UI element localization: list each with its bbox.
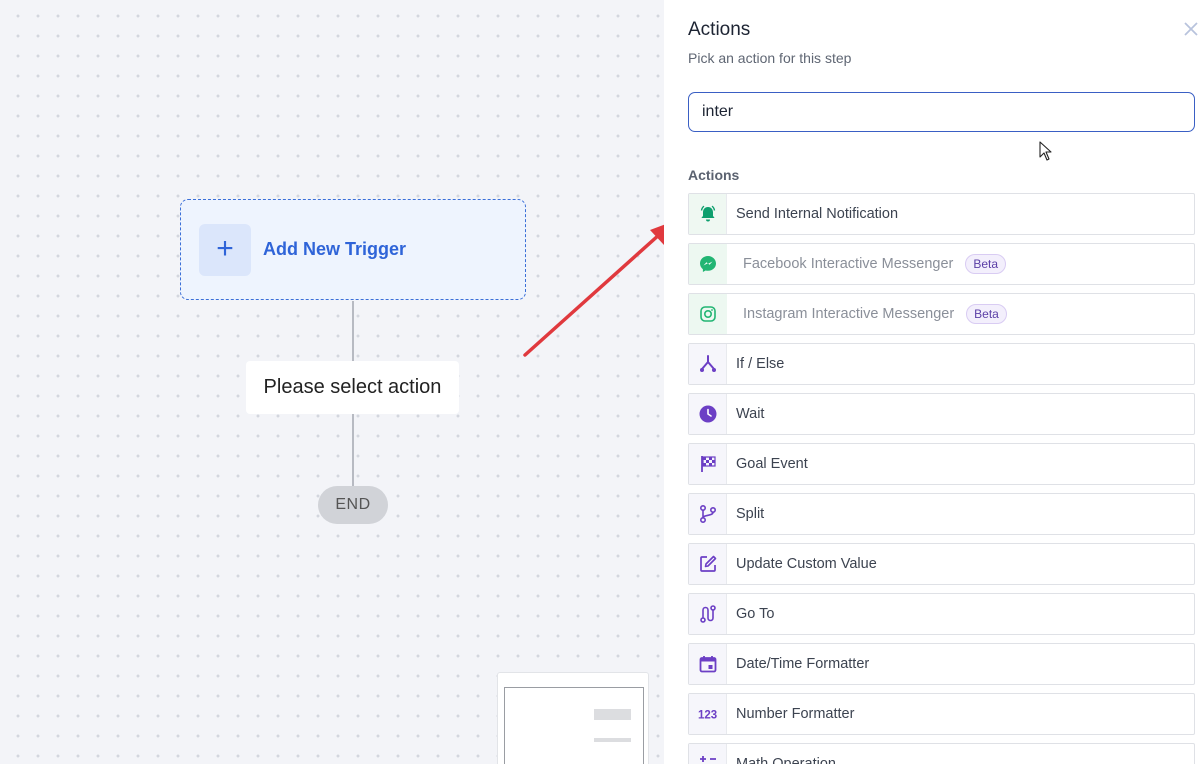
action-wait[interactable]: Wait <box>688 393 1195 435</box>
action-go-to[interactable]: Go To <box>688 593 1195 635</box>
action-instagram-interactive-messenger[interactable]: Instagram Interactive Messenger Beta <box>688 293 1195 335</box>
git-fork-icon <box>699 504 716 524</box>
action-label: Send Internal Notification <box>736 206 899 222</box>
action-label: Goal Event <box>736 456 808 472</box>
panel-title: Actions <box>688 19 751 40</box>
action-goal-event[interactable]: Goal Event <box>688 443 1195 485</box>
action-label: Date/Time Formatter <box>736 656 870 672</box>
action-if-else[interactable]: If / Else <box>688 343 1195 385</box>
action-label: Split <box>736 506 765 522</box>
panel-subtitle: Pick an action for this step <box>688 50 852 66</box>
minimap-node <box>594 738 631 742</box>
action-label: Update Custom Value <box>736 556 877 572</box>
action-facebook-interactive-messenger[interactable]: Facebook Interactive Messenger Beta <box>688 243 1195 285</box>
edit-icon <box>699 555 716 572</box>
svg-text:123: 123 <box>698 710 717 722</box>
add-trigger-label: Add New Trigger <box>263 239 407 259</box>
minimap-node <box>594 709 631 720</box>
calendar-icon <box>699 656 716 673</box>
action-label: Facebook Interactive Messenger <box>743 256 954 272</box>
minimap[interactable] <box>497 672 649 764</box>
action-send-internal-notification[interactable]: Send Internal Notification <box>688 193 1195 235</box>
action-label: If / Else <box>736 356 785 372</box>
workflow-canvas[interactable]: + Add New Trigger Please select action E… <box>0 0 664 764</box>
bell-icon <box>700 205 715 222</box>
numbers-icon: 123 <box>698 710 717 722</box>
action-label: Number Formatter <box>736 706 855 722</box>
action-date-time-formatter[interactable]: Date/Time Formatter <box>688 643 1195 685</box>
plus-icon: + <box>199 223 251 276</box>
clock-icon <box>699 405 716 423</box>
action-label: Go To <box>736 606 775 622</box>
messenger-icon <box>700 256 716 272</box>
actions-panel: Actions Pick an action for this step Act… <box>664 0 1203 764</box>
connector-line <box>352 414 354 486</box>
action-label: Instagram Interactive Messenger <box>743 306 955 322</box>
minimap-viewport[interactable] <box>504 687 644 764</box>
end-node: END <box>318 486 388 524</box>
branch-icon <box>699 355 716 372</box>
action-label: Math Operation <box>736 756 836 764</box>
checkered-flag-icon <box>700 456 716 472</box>
connector-line <box>352 301 354 361</box>
instagram-icon <box>700 306 716 322</box>
beta-badge: Beta <box>966 304 1007 324</box>
action-split[interactable]: Split <box>688 493 1195 535</box>
action-search-input[interactable] <box>688 92 1195 132</box>
action-list: Send Internal Notification Facebook Inte… <box>688 193 1195 764</box>
section-label: Actions <box>688 167 740 183</box>
action-math-operation[interactable]: Math Operation <box>688 743 1195 764</box>
route-icon <box>699 605 716 623</box>
add-trigger-card[interactable]: + Add New Trigger <box>180 199 526 300</box>
select-action-step[interactable]: Please select action <box>246 361 459 414</box>
close-icon[interactable] <box>1180 18 1202 40</box>
action-update-custom-value[interactable]: Update Custom Value <box>688 543 1195 585</box>
action-number-formatter[interactable]: 123 Number Formatter <box>688 693 1195 735</box>
action-label: Wait <box>736 406 765 422</box>
math-icon <box>699 756 716 762</box>
beta-badge: Beta <box>965 254 1007 274</box>
